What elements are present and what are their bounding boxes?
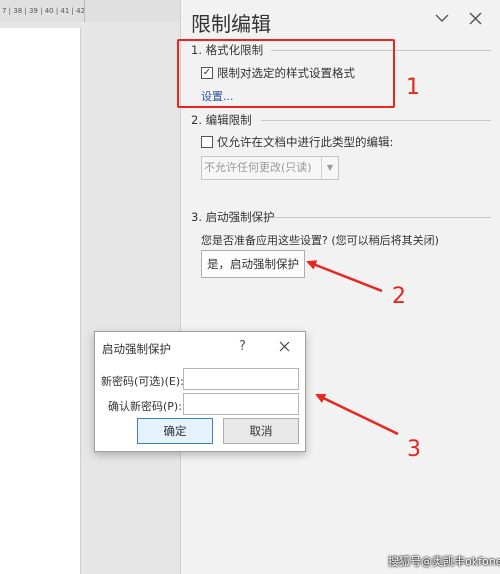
new-password-input[interactable] <box>183 368 299 390</box>
step-number-2: 2 <box>392 284 406 309</box>
close-icon[interactable] <box>279 337 290 356</box>
step-number-1: 1 <box>406 75 420 100</box>
step-number-3: 3 <box>407 437 421 462</box>
confirm-password-label: 确认新密码(P): <box>108 400 182 413</box>
cancel-button[interactable]: 取消 <box>223 418 299 444</box>
ok-button[interactable]: 确定 <box>137 418 213 444</box>
watermark: 搜狐号@奥凯丰okfone <box>388 555 500 568</box>
arrow-to-dialog <box>315 393 399 436</box>
dialog-title: 启动强制保护 <box>102 342 171 356</box>
confirm-password-input[interactable] <box>183 393 299 415</box>
help-icon[interactable]: ? <box>239 339 246 354</box>
arrow-to-start-button <box>306 260 383 293</box>
new-password-label: 新密码(可选)(E): <box>101 375 184 388</box>
enforce-protection-dialog: 启动强制保护 ? 新密码(可选)(E): 确认新密码(P): 确定 取消 <box>94 331 306 452</box>
annotation-arrows <box>306 260 399 436</box>
